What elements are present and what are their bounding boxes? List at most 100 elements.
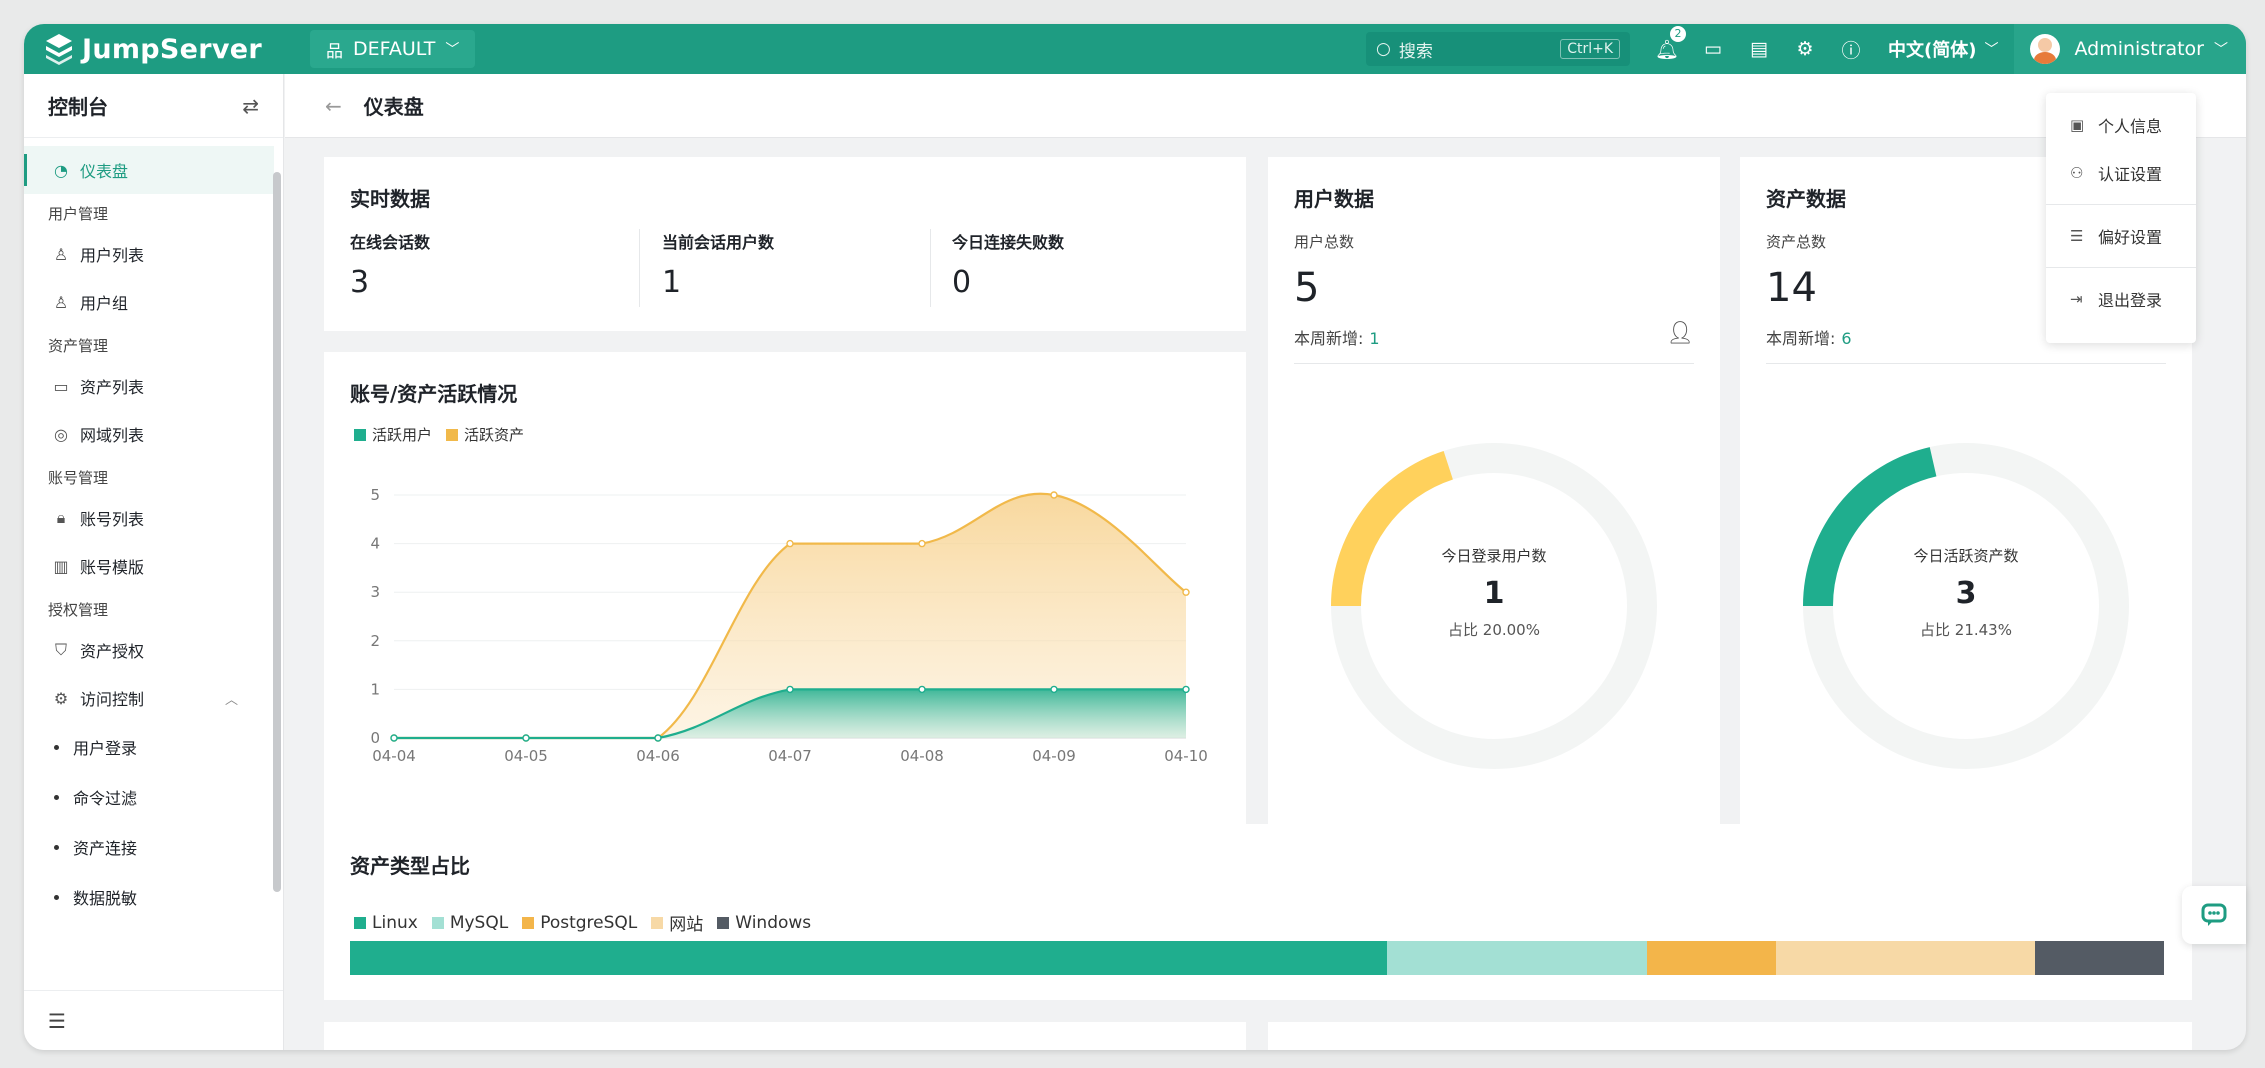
menu-item-label: 个人信息 (2098, 117, 2163, 136)
realtime-session-users: 当前会话用户数 1 (662, 229, 774, 300)
menu-item-logout[interactable]: ⇥ 退出登录 (2046, 275, 2196, 323)
menu-item-profile[interactable]: ▣ 个人信息 (2046, 101, 2196, 149)
sidebar-item[interactable]: ♙ 用户组 (24, 278, 274, 326)
data-point[interactable] (390, 734, 398, 742)
brand-name: JumpServer (82, 33, 263, 65)
sidebar-item-label: 资产连接 (73, 839, 138, 858)
legend-item[interactable]: 网站 (651, 910, 703, 935)
legend-label: MySQL (449, 912, 509, 933)
menu-item-auth-settings[interactable]: ⚇ 认证设置 (2046, 149, 2196, 197)
terminal-button[interactable]: ▭ (1690, 24, 1736, 74)
data-point[interactable] (786, 539, 794, 548)
y-tick-label: 1 (370, 680, 380, 698)
data-point[interactable] (1050, 685, 1058, 694)
sidebar-subitem[interactable]: 数据脱敏 (24, 872, 274, 922)
collapse-sidebar-button[interactable]: ☰ (24, 990, 283, 1050)
data-point[interactable] (918, 539, 926, 548)
legend-item[interactable]: Linux (354, 913, 418, 933)
username: Administrator (2074, 38, 2204, 60)
page-header: ← 仪表盘 (285, 74, 2246, 138)
metric-label: 在线会话数 (350, 233, 431, 252)
legend-label: Windows (735, 912, 812, 933)
activity-card: 账号/资产活跃情况 活跃用户 活跃资产 0 1 2 3 4 5 04-04 04-05 04-0… (324, 352, 1246, 826)
location-icon: ◎ (54, 424, 68, 444)
org-switcher[interactable]: 品 DEFAULT ﹀ (310, 30, 476, 68)
access-control-icon: ⚙ (53, 688, 69, 708)
ring-label: 今日活跃资产数 (1913, 547, 2019, 565)
menu-item-label: 偏好设置 (2098, 228, 2163, 247)
data-point[interactable] (1182, 685, 1190, 694)
sidebar-item[interactable]: ▭ 资产列表 (24, 362, 274, 410)
ring-value: 1 (1483, 576, 1505, 611)
sidebar-subitem[interactable]: 资产连接 (24, 822, 274, 872)
brand-logo[interactable]: JumpServer (42, 32, 310, 66)
notification-badge: 2 (1670, 26, 1687, 42)
clipboard-icon: ▤ (1750, 38, 1768, 60)
ring-percent: 占比 20.00% (1448, 621, 1540, 639)
sidebar-item[interactable]: ▥ 账号模版 (24, 542, 274, 590)
settings-button[interactable]: ⚙ (1782, 24, 1828, 74)
sidebar-item[interactable]: 🔒︎ 账号列表 (24, 494, 274, 542)
language-label: 中文(简体) (1888, 40, 1977, 61)
sidebar-item[interactable]: ⛉ 资产授权 (24, 626, 274, 674)
legend-item[interactable]: PostgreSQL (522, 913, 637, 933)
jumpserver-logo-icon (46, 34, 72, 65)
bar-segment[interactable] (1386, 941, 1647, 975)
sidebar-item[interactable]: ◔ 仪表盘 (24, 146, 274, 194)
sidebar-title: 控制台 (48, 95, 108, 119)
data-point[interactable] (654, 734, 662, 742)
metric-value: 0 (952, 265, 972, 300)
metric-label: 今日连接失败数 (952, 233, 1065, 252)
x-tick-label: 04-09 (1032, 747, 1076, 765)
realtime-failed-connections: 今日连接失败数 0 (952, 229, 1064, 300)
legend-label: 网站 (669, 915, 704, 935)
chat-assistant-button[interactable] (2182, 886, 2246, 944)
data-point[interactable] (1050, 491, 1058, 499)
ring-label: 今日登录用户数 (1441, 547, 1547, 565)
data-point[interactable] (1182, 588, 1190, 596)
x-tick-label: 04-04 (372, 747, 416, 765)
sidebar-scrollbar[interactable] (273, 172, 281, 892)
bullet-dot (54, 894, 59, 900)
sidebar-item-label: 账号列表 (80, 510, 145, 529)
x-tick-label: 04-08 (900, 747, 944, 765)
sidebar-item[interactable]: ⚙ 访问控制 ︿ (24, 674, 274, 722)
user-settings-icon: ⚇ (2070, 164, 2084, 182)
tickets-button[interactable]: ▤ (1736, 24, 1782, 74)
search-shortcut: Ctrl+K (1560, 39, 1621, 59)
x-tick-label: 04-10 (1164, 747, 1208, 765)
user-data-card: 用户数据 用户总数 5 本周新增: 1 👤︎ 今日登录用户数 1 占比 20.00… (1268, 157, 1720, 826)
bar-segment[interactable] (1775, 941, 2036, 975)
chevron-down-icon: ﹀ (445, 42, 460, 58)
bar-segment[interactable] (350, 941, 1387, 975)
asset-type-legend: Linux MySQL PostgreSQL 网站 Windows (354, 910, 825, 935)
asset-type-bar (350, 941, 2166, 975)
legend-item[interactable]: Windows (717, 913, 811, 933)
notifications-button[interactable]: 🔔︎ 2 (1644, 24, 1690, 74)
asset-type-title: 资产类型占比 (350, 854, 470, 878)
bar-segment[interactable] (2035, 941, 2165, 975)
legend-item[interactable]: MySQL (431, 912, 509, 933)
legend-label: Linux (372, 912, 418, 933)
language-switcher[interactable]: 中文(简体) ﹀ (1888, 36, 1998, 62)
data-point[interactable] (918, 685, 926, 694)
search-input[interactable]: ○ 搜索 Ctrl+K (1366, 32, 1631, 66)
sidebar-group-label: 用户管理 (48, 205, 109, 223)
data-point[interactable] (786, 685, 794, 694)
y-tick-label: 0 (370, 729, 380, 747)
monitor-icon: ▭ (53, 376, 69, 396)
realtime-card: 实时数据 在线会话数 3 当前会话用户数 1 今日连接失败数 0 (324, 157, 1246, 331)
sidebar-item[interactable]: ◎ 网域列表 (24, 410, 274, 458)
bullet-dot (54, 844, 59, 850)
sidebar-item[interactable]: ♙ 用户列表 (24, 230, 274, 278)
bar-segment[interactable] (1646, 941, 1776, 975)
sidebar-subitem[interactable]: 用户登录 (24, 722, 274, 772)
switch-view-icon[interactable]: ⇄ (242, 94, 259, 118)
user-menu-trigger[interactable]: Administrator ﹀ (2014, 24, 2246, 74)
data-point[interactable] (522, 734, 530, 742)
sidebar-subitem[interactable]: 命令过滤 (24, 772, 274, 822)
user-login-ring (1331, 443, 1657, 769)
menu-item-preferences[interactable]: ☰ 偏好设置 (2046, 212, 2196, 260)
help-button[interactable]: ⓘ (1828, 24, 1874, 74)
back-arrow-icon[interactable]: ← (325, 94, 342, 118)
